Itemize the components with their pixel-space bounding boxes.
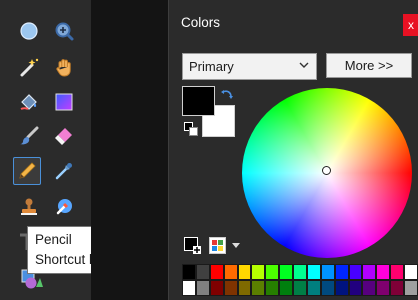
color-wheel-cursor[interactable] xyxy=(322,166,331,175)
zoom-icon xyxy=(55,22,74,41)
color-mode-select[interactable]: Primary xyxy=(182,53,317,80)
palette-swatch[interactable] xyxy=(320,280,335,296)
palette-dropdown-icon[interactable] xyxy=(232,243,240,248)
palette-swatch[interactable] xyxy=(251,264,266,280)
pencil-tool[interactable] xyxy=(13,157,41,185)
add-to-palette-icon[interactable] xyxy=(184,237,201,254)
paintbrush-icon xyxy=(20,126,39,145)
zoom-tool[interactable] xyxy=(50,17,78,45)
magic-wand-icon xyxy=(20,58,39,77)
palette-swatch[interactable] xyxy=(334,264,349,280)
palette-swatch[interactable] xyxy=(390,280,405,296)
palette-swatch[interactable] xyxy=(334,280,349,296)
ellipse-select-icon xyxy=(20,22,38,40)
paintbrush-tool[interactable] xyxy=(15,122,43,150)
palette-swatch[interactable] xyxy=(320,264,335,280)
palette-swatch[interactable] xyxy=(348,280,363,296)
palette-swatch[interactable] xyxy=(306,280,321,296)
recolor-icon xyxy=(56,199,72,215)
palette-swatch[interactable] xyxy=(209,264,224,280)
gradient-tool[interactable] xyxy=(50,88,78,116)
more-button[interactable]: More >> xyxy=(326,53,412,78)
color-wheel[interactable] xyxy=(242,88,412,258)
color-picker-icon xyxy=(55,163,72,180)
palette-swatch[interactable] xyxy=(279,264,294,280)
palette-swatch[interactable] xyxy=(376,280,391,296)
palette-swatch[interactable] xyxy=(362,280,377,296)
pan-hand-icon xyxy=(56,59,71,77)
tools-panel: Pencil Shortcut key: P xyxy=(0,0,157,300)
window-title: Colors xyxy=(181,15,221,30)
colors-window: Colors x Primary More >> xyxy=(168,0,418,300)
eraser-tool[interactable] xyxy=(50,122,78,150)
palette-swatch[interactable] xyxy=(223,264,238,280)
palette-swatch[interactable] xyxy=(182,264,196,280)
palette-swatch[interactable] xyxy=(306,264,321,280)
palette-swatch[interactable] xyxy=(293,264,307,280)
color-picker-tool[interactable] xyxy=(50,157,78,185)
color-palette xyxy=(182,264,418,296)
pencil-icon xyxy=(19,162,36,179)
palette-icon[interactable] xyxy=(209,237,226,254)
palette-swatch[interactable] xyxy=(362,264,377,280)
swap-colors-icon[interactable] xyxy=(220,88,234,102)
palette-swatch[interactable] xyxy=(279,280,294,296)
palette-swatch[interactable] xyxy=(265,280,280,296)
primary-color-swatch[interactable] xyxy=(182,86,215,116)
palette-swatch[interactable] xyxy=(376,264,391,280)
palette-swatch[interactable] xyxy=(209,280,224,296)
palette-swatch[interactable] xyxy=(265,264,280,280)
colors-titlebar[interactable]: Colors x xyxy=(169,0,418,44)
eraser-icon xyxy=(55,128,72,145)
gradient-icon xyxy=(55,93,73,111)
magic-wand-tool[interactable] xyxy=(15,53,43,81)
paint-bucket-icon xyxy=(20,94,37,110)
palette-swatch[interactable] xyxy=(195,280,210,296)
palette-swatch[interactable] xyxy=(390,264,405,280)
palette-swatch[interactable] xyxy=(223,280,238,296)
palette-swatch[interactable] xyxy=(404,264,418,280)
paint-bucket-tool[interactable] xyxy=(15,88,43,116)
close-button[interactable]: x xyxy=(403,14,418,36)
ellipse-select-tool[interactable] xyxy=(15,17,43,45)
palette-swatch[interactable] xyxy=(251,280,266,296)
palette-swatch[interactable] xyxy=(182,280,196,296)
canvas-background xyxy=(91,0,168,300)
close-icon: x xyxy=(408,18,414,32)
pan-tool[interactable] xyxy=(50,53,78,81)
recolor-tool[interactable] xyxy=(50,193,78,221)
reset-colors-icon[interactable] xyxy=(184,122,198,136)
palette-swatch[interactable] xyxy=(348,264,363,280)
palette-swatch[interactable] xyxy=(237,280,252,296)
clone-stamp-icon xyxy=(21,198,37,215)
palette-swatch[interactable] xyxy=(293,280,307,296)
palette-swatch[interactable] xyxy=(195,264,210,280)
palette-swatch[interactable] xyxy=(404,280,418,296)
color-mode-value: Primary xyxy=(189,59,234,74)
palette-swatch[interactable] xyxy=(237,264,252,280)
chevron-down-icon xyxy=(299,62,309,68)
clone-stamp-tool[interactable] xyxy=(15,193,43,221)
